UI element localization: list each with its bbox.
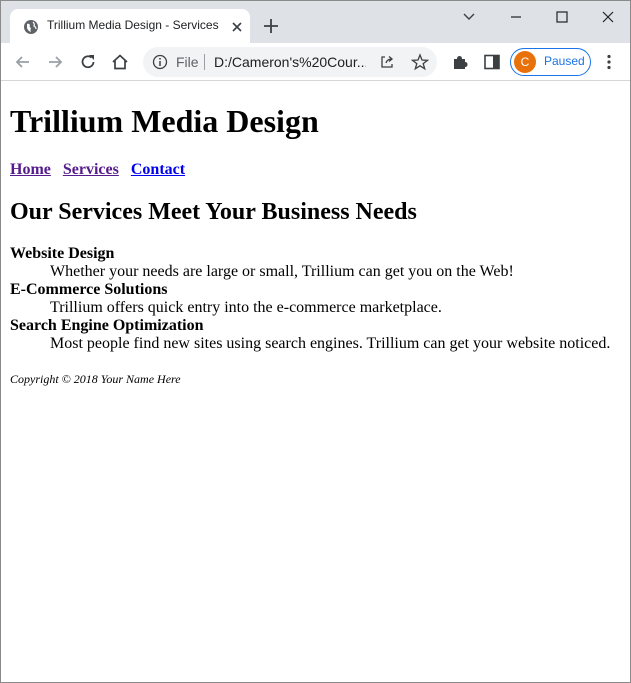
- globe-icon: [24, 20, 38, 34]
- service-description: Whether your needs are large or small, T…: [50, 263, 514, 280]
- maximize-icon[interactable]: [552, 7, 572, 27]
- nav-link-contact[interactable]: Contact: [131, 161, 185, 178]
- reload-icon[interactable]: [78, 52, 98, 72]
- bookmark-star-icon[interactable]: [411, 53, 429, 71]
- service-term: E-Commerce Solutions: [10, 281, 168, 298]
- services-list: Website Design Whether your needs are la…: [10, 245, 610, 353]
- tab-strip: Trillium Media Design - Services: [1, 1, 630, 43]
- service-description: Most people find new sites using search …: [50, 335, 611, 352]
- back-arrow-icon[interactable]: [13, 52, 33, 72]
- url-divider: [204, 54, 205, 70]
- section-heading: Our Services Meet Your Business Needs: [10, 199, 417, 225]
- minimize-icon[interactable]: [506, 7, 526, 27]
- browser-toolbar: File D:/Cameron's%20Cour... C Paused: [1, 43, 630, 81]
- chevron-down-icon[interactable]: [459, 7, 479, 27]
- page-title: Trillium Media Design: [10, 103, 319, 139]
- address-bar[interactable]: File D:/Cameron's%20Cour...: [143, 47, 437, 77]
- profile-button[interactable]: C Paused: [510, 48, 591, 76]
- nav-link-home[interactable]: Home: [10, 161, 51, 178]
- service-term: Search Engine Optimization: [10, 317, 204, 334]
- info-icon[interactable]: [152, 54, 168, 70]
- nav-link-services[interactable]: Services: [63, 161, 119, 178]
- forward-arrow-icon[interactable]: [45, 52, 65, 72]
- home-icon[interactable]: [110, 52, 130, 72]
- service-term: Website Design: [10, 245, 115, 262]
- service-description: Trillium offers quick entry into the e-c…: [50, 299, 442, 316]
- window-close-icon[interactable]: [598, 7, 618, 27]
- share-icon[interactable]: [379, 54, 395, 70]
- extensions-puzzle-icon[interactable]: [450, 52, 470, 72]
- browser-window: Trillium Media Design - Services File D:…: [0, 0, 631, 683]
- side-panel-icon[interactable]: [482, 52, 502, 72]
- tab-title: Trillium Media Design - Services: [47, 18, 219, 32]
- page-content: Trillium Media Design Home Services Cont…: [1, 82, 630, 682]
- more-vertical-icon[interactable]: [599, 52, 619, 72]
- url-text[interactable]: D:/Cameron's%20Cour...: [214, 54, 366, 70]
- avatar: C: [514, 51, 536, 73]
- tab-active[interactable]: Trillium Media Design - Services: [10, 9, 250, 43]
- plus-icon[interactable]: [262, 17, 280, 35]
- copyright-footer: Copyright © 2018 Your Name Here: [10, 372, 181, 386]
- close-icon[interactable]: [229, 19, 245, 35]
- profile-status: Paused: [544, 54, 585, 68]
- url-scheme-label: File: [176, 54, 199, 70]
- site-nav: Home Services Contact: [10, 161, 193, 179]
